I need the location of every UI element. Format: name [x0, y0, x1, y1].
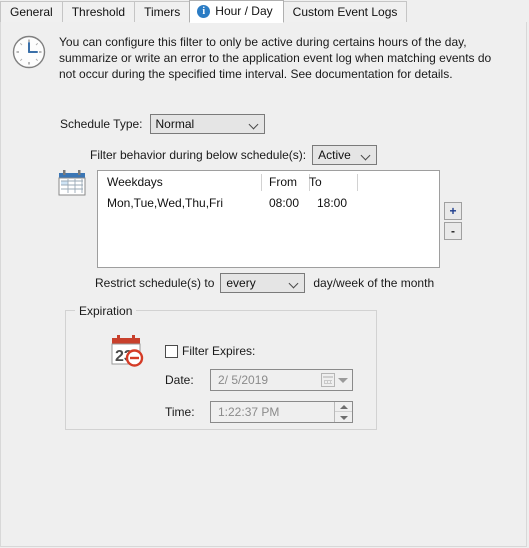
tab-threshold[interactable]: Threshold — [61, 1, 136, 22]
restrict-suffix-label: day/week of the month — [313, 276, 435, 290]
tab-label: Timers — [144, 4, 181, 19]
cell-from: 08:00 — [269, 196, 300, 210]
table-row[interactable]: Mon,Tue,Wed,Thu,Fri 08:00 18:00 — [98, 193, 439, 213]
description-text: You can configure this filter to only be… — [59, 35, 492, 81]
expiration-time-input[interactable]: 1:22:37 PM — [210, 401, 353, 423]
filter-behavior-label: Filter behavior during below schedule(s)… — [90, 148, 307, 162]
cell-to: 18:00 — [317, 196, 348, 210]
schedule-type-row: Schedule Type: Normal — [60, 114, 265, 134]
tab-label: Custom Event Logs — [292, 4, 398, 19]
tab-general[interactable]: General — [0, 1, 63, 22]
column-header-weekdays[interactable]: Weekdays — [98, 171, 261, 193]
triangle-down-icon — [339, 415, 348, 420]
add-schedule-button[interactable]: + — [444, 202, 462, 220]
tab-strip: General Threshold Timers i Hour / Day Cu… — [0, 0, 529, 23]
chevron-down-icon — [361, 150, 372, 161]
date-label: Date: — [165, 373, 194, 387]
table-header-row: Weekdays From To — [98, 171, 439, 193]
filter-behavior-value: Active — [318, 148, 351, 162]
calendar-icon — [58, 170, 86, 196]
column-header-to[interactable]: To — [301, 171, 341, 193]
restrict-schedule-row: Restrict schedule(s) to every day/week o… — [95, 273, 434, 293]
filter-expires-label: Filter Expires: — [182, 344, 256, 358]
spinner-up-button[interactable] — [335, 402, 352, 411]
description-header: You can configure this filter to only be… — [11, 34, 511, 82]
filter-expires-row[interactable]: Filter Expires: — [165, 344, 255, 358]
schedule-table[interactable]: Weekdays From To Mon,Tue,Wed,Thu,Fri 08:… — [97, 170, 440, 268]
tab-label: General — [10, 4, 53, 19]
triangle-up-icon — [339, 404, 348, 409]
schedule-type-select[interactable]: Normal — [149, 114, 265, 134]
restrict-period-select[interactable]: every — [220, 273, 306, 293]
column-divider — [357, 174, 358, 191]
filter-behavior-select[interactable]: Active — [312, 145, 378, 165]
tab-label: Threshold — [71, 4, 126, 19]
remove-schedule-button[interactable]: - — [444, 222, 462, 240]
info-icon: i — [197, 5, 211, 18]
restrict-prefix-label: Restrict schedule(s) to — [95, 276, 215, 290]
clock-icon — [12, 35, 46, 69]
tab-hour-day[interactable]: i Hour / Day — [189, 0, 284, 23]
expiration-time-row: Time: 1:22:37 PM — [165, 401, 353, 423]
calendar-expire-icon: 23 — [111, 335, 144, 367]
schedule-type-value: Normal — [155, 117, 195, 131]
column-header-from[interactable]: From — [261, 171, 301, 193]
expiration-time-value: 1:22:37 PM — [218, 405, 280, 419]
tab-timers[interactable]: Timers — [134, 1, 191, 22]
chevron-down-icon — [289, 278, 300, 289]
expiration-date-value: 2/ 5/2019 — [218, 373, 269, 387]
time-label: Time: — [165, 405, 195, 419]
tab-label: Hour / Day — [215, 4, 273, 18]
filter-expires-checkbox[interactable] — [165, 344, 178, 358]
tab-content-pane: You can configure this filter to only be… — [0, 22, 527, 547]
expiration-date-input[interactable]: 2/ 5/2019 — [210, 369, 353, 391]
restrict-period-value: every — [226, 276, 256, 290]
tab-custom-event-logs[interactable]: Custom Event Logs — [282, 1, 408, 22]
chevron-down-icon — [249, 119, 260, 130]
chevron-down-icon[interactable] — [338, 377, 348, 383]
cell-weekdays: Mon,Tue,Wed,Thu,Fri — [107, 196, 224, 210]
spinner-down-button[interactable] — [335, 413, 352, 422]
calendar-picker-icon[interactable] — [321, 373, 335, 387]
date-field-controls — [321, 370, 352, 390]
filter-behavior-row: Filter behavior during below schedule(s)… — [90, 145, 378, 165]
expiration-date-row: Date: 2/ 5/2019 — [165, 369, 353, 391]
time-spinner[interactable] — [334, 402, 352, 422]
schedule-type-label: Schedule Type: — [60, 117, 143, 131]
expiration-group-title: Expiration — [75, 304, 137, 318]
